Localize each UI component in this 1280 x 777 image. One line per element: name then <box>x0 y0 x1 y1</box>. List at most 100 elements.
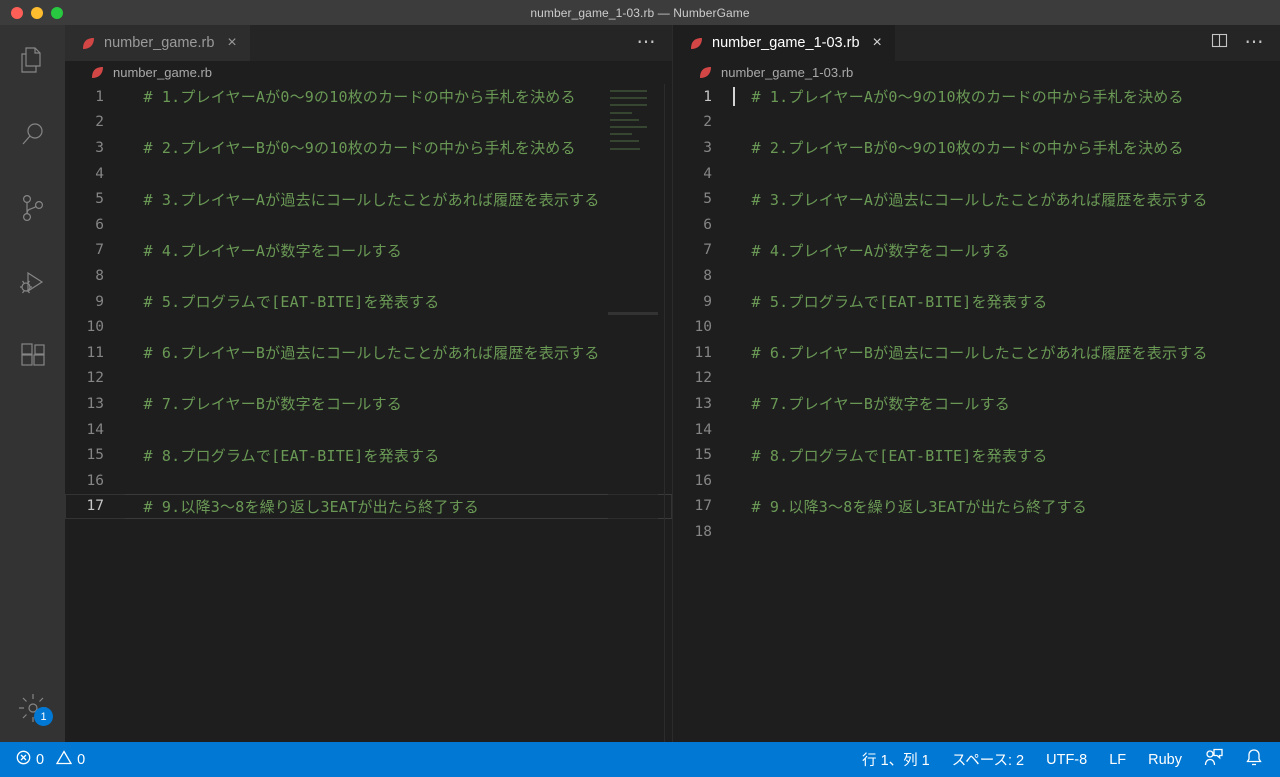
eol-status[interactable]: LF <box>1109 752 1126 768</box>
line-content: # 7.プレイヤーBが数字をコールする <box>125 395 402 414</box>
sidebar-item-extensions[interactable] <box>0 321 65 395</box>
line-number: 3 <box>95 139 104 156</box>
minimap-slider[interactable] <box>608 312 658 315</box>
line-content: # 6.プレイヤーBが過去にコールしたことがあれば履歴を表示する <box>733 344 1208 363</box>
line-number: 4 <box>703 165 712 182</box>
line-number: 11 <box>694 344 712 361</box>
code-line[interactable]: 1 # 1.プレイヤーAが0〜9の10枚のカードの中から手札を決める <box>65 84 672 110</box>
sidebar-item-source-control[interactable] <box>0 173 65 247</box>
gear-icon-wrap[interactable]: 1 <box>0 684 65 736</box>
feedback-icon[interactable] <box>1204 748 1223 771</box>
code-line[interactable]: 12 <box>673 366 1280 392</box>
code-line[interactable]: 15 # 8.プログラムで[EAT-BITE]を発表する <box>673 442 1280 468</box>
tab-number-game-1-03-rb[interactable]: number_game_1-03.rb × <box>673 25 896 61</box>
window-controls[interactable] <box>0 6 63 19</box>
editor-scrollbar-left[interactable] <box>664 84 665 742</box>
code-line[interactable]: 7 # 4.プレイヤーAが数字をコールする <box>673 238 1280 264</box>
line-number: 2 <box>95 114 104 131</box>
code-line[interactable]: 9 # 5.プログラムで[EAT-BITE]を発表する <box>673 289 1280 315</box>
line-content: # 3.プレイヤーAが過去にコールしたことがあれば履歴を表示する <box>125 190 600 209</box>
bell-icon[interactable] <box>1245 748 1263 771</box>
encoding-status[interactable]: UTF-8 <box>1046 752 1087 768</box>
code-line[interactable]: 4 <box>673 161 1280 187</box>
code-line[interactable]: 5 # 3.プレイヤーAが過去にコールしたことがあれば履歴を表示する <box>65 186 672 212</box>
cursor-position[interactable]: 行 1、列 1 <box>862 749 930 770</box>
line-number: 16 <box>694 472 712 489</box>
vscode-window: number_game_1-03.rb — NumberGame 1 numbe… <box>0 0 1280 777</box>
maximize-window-button[interactable] <box>51 6 63 19</box>
sidebar-item-run-and-debug[interactable] <box>0 247 65 321</box>
close-icon[interactable]: × <box>873 35 882 51</box>
code-line[interactable]: 9 # 5.プログラムで[EAT-BITE]を発表する <box>65 289 672 315</box>
line-number: 4 <box>95 165 104 182</box>
minimap-line <box>610 111 632 114</box>
code-line[interactable]: 13 # 7.プレイヤーBが数字をコールする <box>65 391 672 417</box>
more-actions-icon[interactable]: ⋯ <box>1245 33 1266 53</box>
code-line[interactable]: 3 # 2.プレイヤーBが0〜9の10枚のカードの中から手札を決める <box>673 135 1280 161</box>
code-line[interactable]: 11 # 6.プレイヤーBが過去にコールしたことがあれば履歴を表示する <box>65 340 672 366</box>
error-icon <box>16 750 31 769</box>
close-window-button[interactable] <box>11 6 23 19</box>
line-content: # 4.プレイヤーAが数字をコールする <box>125 241 402 260</box>
tab-bar-right: number_game_1-03.rb × ⋯ <box>673 25 1280 61</box>
code-line[interactable]: 3 # 2.プレイヤーBが0〜9の10枚のカードの中から手札を決める <box>65 135 672 161</box>
tab-label: number_game_1-03.rb <box>712 35 860 51</box>
minimize-window-button[interactable] <box>31 6 43 19</box>
source-control-icon <box>20 193 46 228</box>
code-line[interactable]: 1 # 1.プレイヤーAが0〜9の10枚のカードの中から手札を決める <box>673 84 1280 110</box>
code-line[interactable]: 14 <box>65 417 672 443</box>
warning-count: 0 <box>77 751 86 768</box>
line-number: 15 <box>694 447 712 464</box>
code-line[interactable]: 17 # 9.以降3〜8を繰り返し3EATが出たら終了する <box>65 493 672 520</box>
code-line[interactable]: 12 <box>65 366 672 392</box>
code-line[interactable]: 5 # 3.プレイヤーAが過去にコールしたことがあれば履歴を表示する <box>673 186 1280 212</box>
line-number: 10 <box>694 319 712 336</box>
ruby-icon <box>691 37 702 49</box>
minimap-left[interactable] <box>608 84 658 742</box>
line-content: # 5.プログラムで[EAT-BITE]を発表する <box>733 293 1048 312</box>
error-count: 0 <box>36 751 45 768</box>
tab-number-game-rb[interactable]: number_game.rb × <box>65 25 251 61</box>
sidebar-item-search[interactable] <box>0 99 65 173</box>
breadcrumb-left[interactable]: number_game.rb <box>65 61 672 84</box>
more-actions-icon[interactable]: ⋯ <box>637 33 658 53</box>
breadcrumb-right[interactable]: number_game_1-03.rb <box>673 61 1280 84</box>
line-number: 17 <box>86 498 104 515</box>
code-line[interactable]: 15 # 8.プログラムで[EAT-BITE]を発表する <box>65 442 672 468</box>
code-line[interactable]: 10 <box>673 314 1280 340</box>
code-line[interactable]: 6 <box>673 212 1280 238</box>
close-icon[interactable]: × <box>227 35 236 51</box>
sidebar-item-explorer[interactable] <box>0 25 65 99</box>
code-line[interactable]: 17 # 9.以降3〜8を繰り返し3EATが出たら終了する <box>673 494 1280 520</box>
line-number: 2 <box>703 114 712 131</box>
line-number: 12 <box>694 370 712 387</box>
split-editor-icon[interactable] <box>1211 32 1228 54</box>
code-editor-right[interactable]: 1 # 1.プレイヤーAが0〜9の10枚のカードの中から手札を決める 2 3 # 2… <box>673 84 1280 742</box>
manage-settings-button[interactable]: 1 <box>0 684 65 736</box>
problems-status[interactable]: 0 0 <box>16 750 85 769</box>
code-line[interactable]: 14 <box>673 417 1280 443</box>
code-line[interactable]: 4 <box>65 161 672 187</box>
line-number: 6 <box>703 216 712 233</box>
code-line[interactable]: 10 <box>65 314 672 340</box>
code-line[interactable]: 2 <box>65 110 672 136</box>
code-line[interactable]: 16 <box>673 468 1280 494</box>
code-line[interactable]: 13 # 7.プレイヤーBが数字をコールする <box>673 391 1280 417</box>
line-content: # 2.プレイヤーBが0〜9の10枚のカードの中から手札を決める <box>125 139 576 158</box>
warning-icon <box>55 750 73 769</box>
code-line[interactable]: 7 # 4.プレイヤーAが数字をコールする <box>65 238 672 264</box>
language-mode-status[interactable]: Ruby <box>1148 752 1182 768</box>
code-line[interactable]: 11 # 6.プレイヤーBが過去にコールしたことがあれば履歴を表示する <box>673 340 1280 366</box>
indentation-status[interactable]: スペース: 2 <box>952 749 1024 770</box>
code-line[interactable]: 16 <box>65 468 672 494</box>
code-line[interactable]: 6 <box>65 212 672 238</box>
line-content: # 8.プログラムで[EAT-BITE]を発表する <box>125 446 440 465</box>
code-line[interactable]: 8 <box>65 263 672 289</box>
activity-bar: 1 <box>0 25 65 742</box>
code-line[interactable]: 18 <box>673 519 1280 545</box>
code-editor-left[interactable]: 1 # 1.プレイヤーAが0〜9の10枚のカードの中から手札を決める 2 3 # 2… <box>65 84 672 742</box>
code-line[interactable]: 2 <box>673 110 1280 136</box>
search-icon <box>20 121 46 152</box>
line-content: # 3.プレイヤーAが過去にコールしたことがあれば履歴を表示する <box>733 190 1208 209</box>
code-line[interactable]: 8 <box>673 263 1280 289</box>
